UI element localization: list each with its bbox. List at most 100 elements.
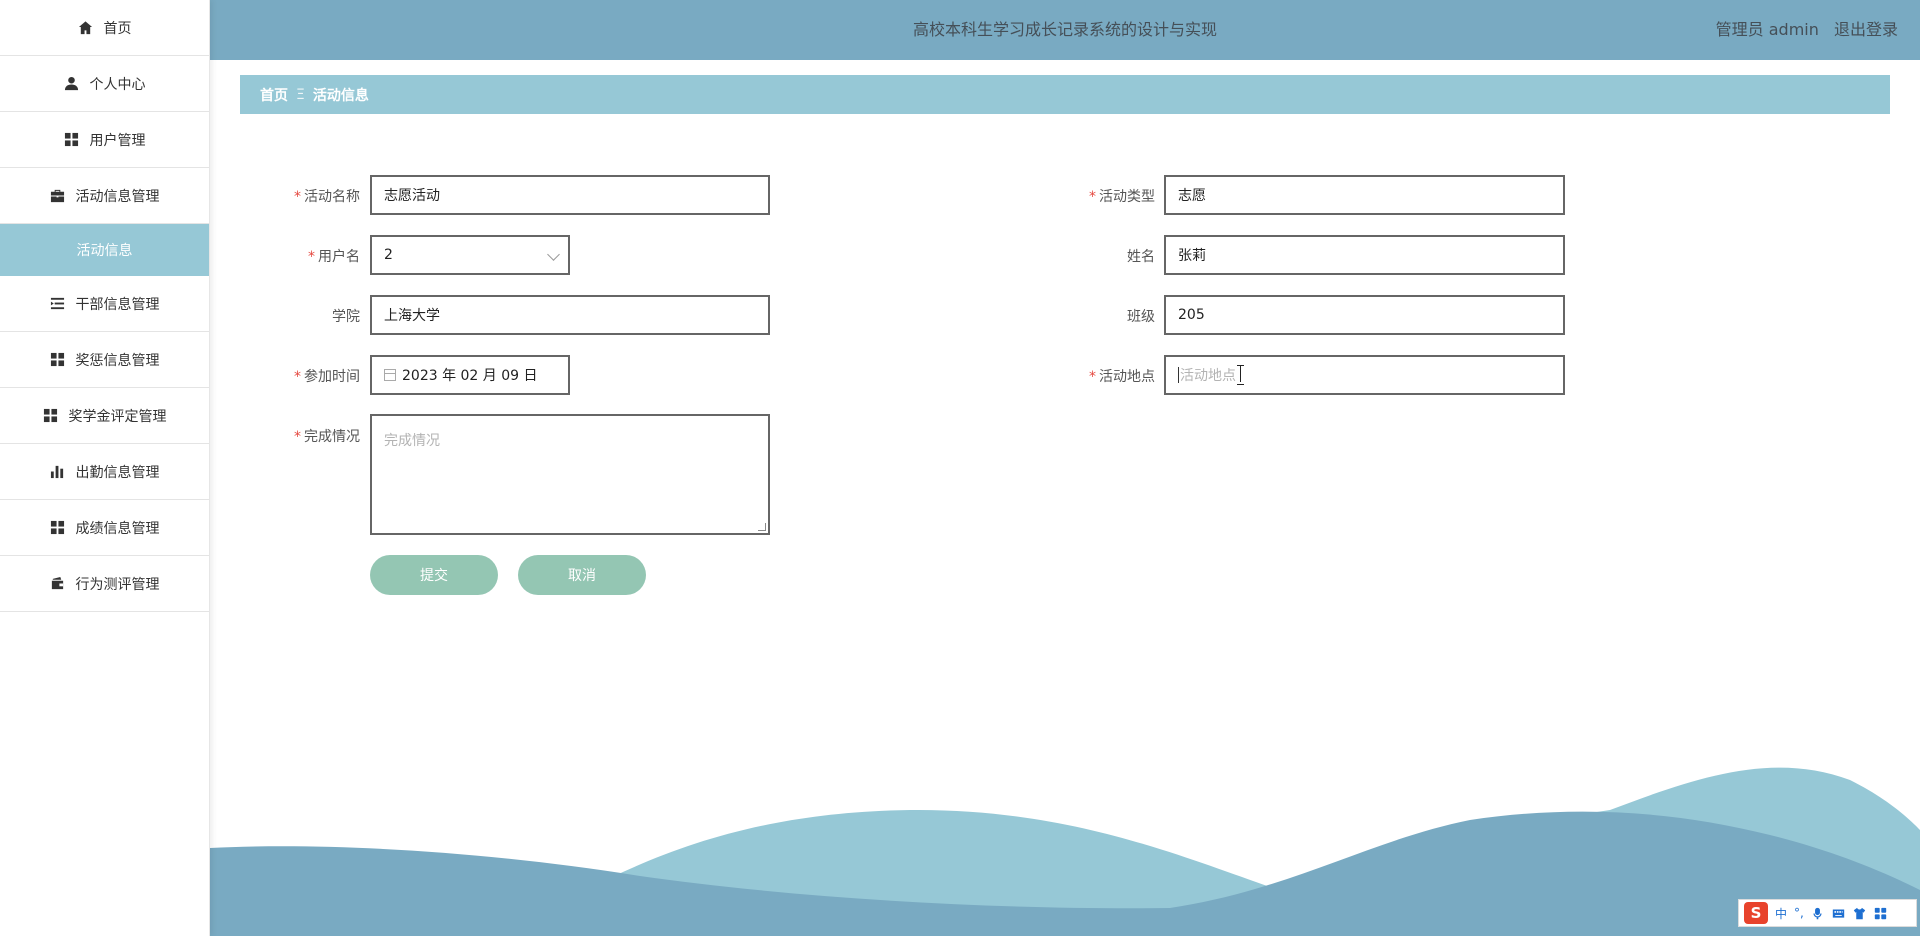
sidebar-item-behavior-evaluation[interactable]: 行为测评管理 <box>0 556 209 612</box>
grid-icon <box>64 132 80 148</box>
home-icon <box>78 20 94 36</box>
required-mark: * <box>294 369 301 385</box>
required-mark: * <box>294 189 301 205</box>
sidebar: 首页 个人中心 用户管理 活动信息管理 活动信息 干部信息管理 奖惩信息管理 奖… <box>0 0 210 936</box>
activity-name-label: * 活动名称 <box>260 186 360 206</box>
breadcrumb-separator: Ξ <box>296 86 305 103</box>
label-text: 完成情况 <box>304 429 360 445</box>
sidebar-item-activity-management[interactable]: 活动信息管理 <box>0 168 209 224</box>
sidebar-item-label: 干部信息管理 <box>75 296 160 313</box>
grid-icon <box>50 520 66 536</box>
input-value: 上海大学 <box>384 308 440 324</box>
sidebar-item-label: 个人中心 <box>89 76 146 93</box>
label-text: 学院 <box>332 309 360 325</box>
class-label: 班级 <box>1055 306 1155 326</box>
current-user: 管理员 admin <box>1715 20 1819 39</box>
required-mark: * <box>1089 189 1096 205</box>
input-value: 志愿活动 <box>384 188 440 204</box>
breadcrumb: 首页 Ξ 活动信息 <box>240 75 1890 114</box>
username-select[interactable]: 2 <box>370 235 570 275</box>
input-placeholder: 活动地点 <box>1180 368 1236 384</box>
wallet-icon <box>50 576 66 592</box>
resize-handle[interactable] <box>758 523 766 531</box>
sidebar-item-label: 首页 <box>103 20 132 37</box>
grid-icon <box>50 352 66 368</box>
date-value: 2023 年 02 月 09 日 <box>402 368 538 384</box>
completion-textarea[interactable]: 完成情况 <box>370 414 770 535</box>
select-value: 2 <box>384 247 393 263</box>
sidebar-item-label: 出勤信息管理 <box>75 464 160 481</box>
label-text: 姓名 <box>1127 249 1155 265</box>
activity-name-input[interactable]: 志愿活动 <box>370 175 770 215</box>
sidebar-item-label: 活动信息管理 <box>75 188 160 205</box>
label-text: 活动地点 <box>1099 369 1155 385</box>
submit-button[interactable]: 提交 <box>370 555 498 595</box>
textarea-placeholder: 完成情况 <box>384 433 440 449</box>
name-input[interactable]: 张莉 <box>1164 235 1565 275</box>
sidebar-item-label: 成绩信息管理 <box>75 520 160 537</box>
sidebar-item-home[interactable]: 首页 <box>0 0 209 56</box>
completion-label: * 完成情况 <box>260 426 360 446</box>
decorative-waves <box>210 767 1920 936</box>
logout-link[interactable]: 退出登录 <box>1834 20 1898 39</box>
skin-shirt-icon[interactable] <box>1853 906 1867 920</box>
location-label: * 活动地点 <box>1055 366 1155 386</box>
top-header: 高校本科生学习成长记录系统的设计与实现 管理员 admin 退出登录 <box>210 0 1920 60</box>
activity-type-input[interactable]: 志愿 <box>1164 175 1565 215</box>
list-indent-icon <box>50 296 66 312</box>
chevron-down-icon <box>547 248 560 261</box>
briefcase-icon <box>50 188 66 204</box>
toolbox-grid-icon[interactable] <box>1874 906 1888 920</box>
class-input[interactable]: 205 <box>1164 295 1565 335</box>
sidebar-item-scholarship[interactable]: 奖学金评定管理 <box>0 388 209 444</box>
sidebar-item-reward-punishment[interactable]: 奖惩信息管理 <box>0 332 209 388</box>
activity-type-label: * 活动类型 <box>1055 186 1155 206</box>
grid-icon <box>43 408 59 424</box>
app-title: 高校本科生学习成长记录系统的设计与实现 <box>912 20 1217 39</box>
text-caret <box>1178 367 1179 383</box>
sidebar-item-user-management[interactable]: 用户管理 <box>0 112 209 168</box>
location-input[interactable]: 活动地点 <box>1164 355 1565 395</box>
sidebar-item-label: 奖学金评定管理 <box>68 408 167 425</box>
join-time-label: * 参加时间 <box>260 366 360 386</box>
college-label: 学院 <box>260 306 360 326</box>
app-root: 首页 个人中心 用户管理 活动信息管理 活动信息 干部信息管理 奖惩信息管理 奖… <box>0 0 1920 936</box>
label-text: 班级 <box>1127 309 1155 325</box>
join-time-datepicker[interactable]: 2023 年 02 月 09 日 <box>370 355 570 395</box>
sidebar-item-attendance[interactable]: 出勤信息管理 <box>0 444 209 500</box>
sidebar-item-label: 奖惩信息管理 <box>75 352 160 369</box>
ime-logo-icon[interactable]: S <box>1744 902 1768 924</box>
required-mark: * <box>1089 369 1096 385</box>
input-value: 205 <box>1178 307 1205 323</box>
name-label: 姓名 <box>1055 246 1155 266</box>
header-user-area: 管理员 admin 退出登录 <box>1706 0 1898 60</box>
breadcrumb-home[interactable]: 首页 <box>260 85 288 105</box>
required-mark: * <box>308 249 315 265</box>
required-mark: * <box>294 429 301 445</box>
ime-toolbar: S 中 °, <box>1738 899 1917 927</box>
sidebar-item-label: 活动信息 <box>76 243 133 259</box>
sidebar-item-grades[interactable]: 成绩信息管理 <box>0 500 209 556</box>
label-text: 活动类型 <box>1099 189 1155 205</box>
bar-chart-icon <box>50 464 66 480</box>
calendar-icon <box>384 369 396 381</box>
label-text: 活动名称 <box>304 189 360 205</box>
sidebar-item-cadre-management[interactable]: 干部信息管理 <box>0 276 209 332</box>
ime-mode-toggle[interactable]: 中 <box>1775 905 1787 922</box>
cancel-button[interactable]: 取消 <box>518 555 646 595</box>
sidebar-item-profile[interactable]: 个人中心 <box>0 56 209 112</box>
breadcrumb-current: 活动信息 <box>312 87 369 104</box>
label-text: 参加时间 <box>304 369 360 385</box>
input-value: 志愿 <box>1178 188 1206 204</box>
sidebar-subitem-activity-info[interactable]: 活动信息 <box>0 224 209 276</box>
microphone-icon[interactable] <box>1811 906 1825 920</box>
username-label: * 用户名 <box>260 246 360 266</box>
sidebar-item-label: 行为测评管理 <box>75 576 160 593</box>
label-text: 用户名 <box>318 249 360 265</box>
ibeam-cursor-icon <box>1237 365 1245 385</box>
sidebar-item-label: 用户管理 <box>89 132 146 149</box>
college-input[interactable]: 上海大学 <box>370 295 770 335</box>
user-icon <box>64 76 80 92</box>
ime-punctuation-toggle[interactable]: °, <box>1794 906 1804 920</box>
keyboard-icon[interactable] <box>1832 906 1846 920</box>
